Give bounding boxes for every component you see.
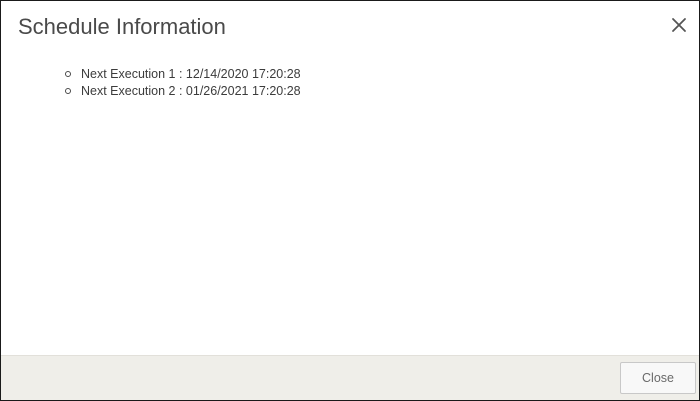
schedule-information-dialog: Schedule Information Next Execution 1 : … xyxy=(0,0,700,401)
close-icon[interactable] xyxy=(671,17,687,33)
bullet-icon xyxy=(65,71,71,77)
execution-label: Next Execution 2 : 01/26/2021 17:20:28 xyxy=(81,84,301,98)
dialog-header: Schedule Information xyxy=(1,1,699,55)
dialog-title: Schedule Information xyxy=(18,14,226,39)
close-button[interactable]: Close xyxy=(620,362,696,394)
execution-label: Next Execution 1 : 12/14/2020 17:20:28 xyxy=(81,67,301,81)
dialog-footer: Close xyxy=(1,355,699,400)
execution-list: Next Execution 1 : 12/14/2020 17:20:28 N… xyxy=(64,66,301,100)
list-item: Next Execution 1 : 12/14/2020 17:20:28 xyxy=(64,66,301,83)
dialog-body: Next Execution 1 : 12/14/2020 17:20:28 N… xyxy=(1,55,699,355)
list-item: Next Execution 2 : 01/26/2021 17:20:28 xyxy=(64,83,301,100)
bullet-icon xyxy=(65,88,71,94)
